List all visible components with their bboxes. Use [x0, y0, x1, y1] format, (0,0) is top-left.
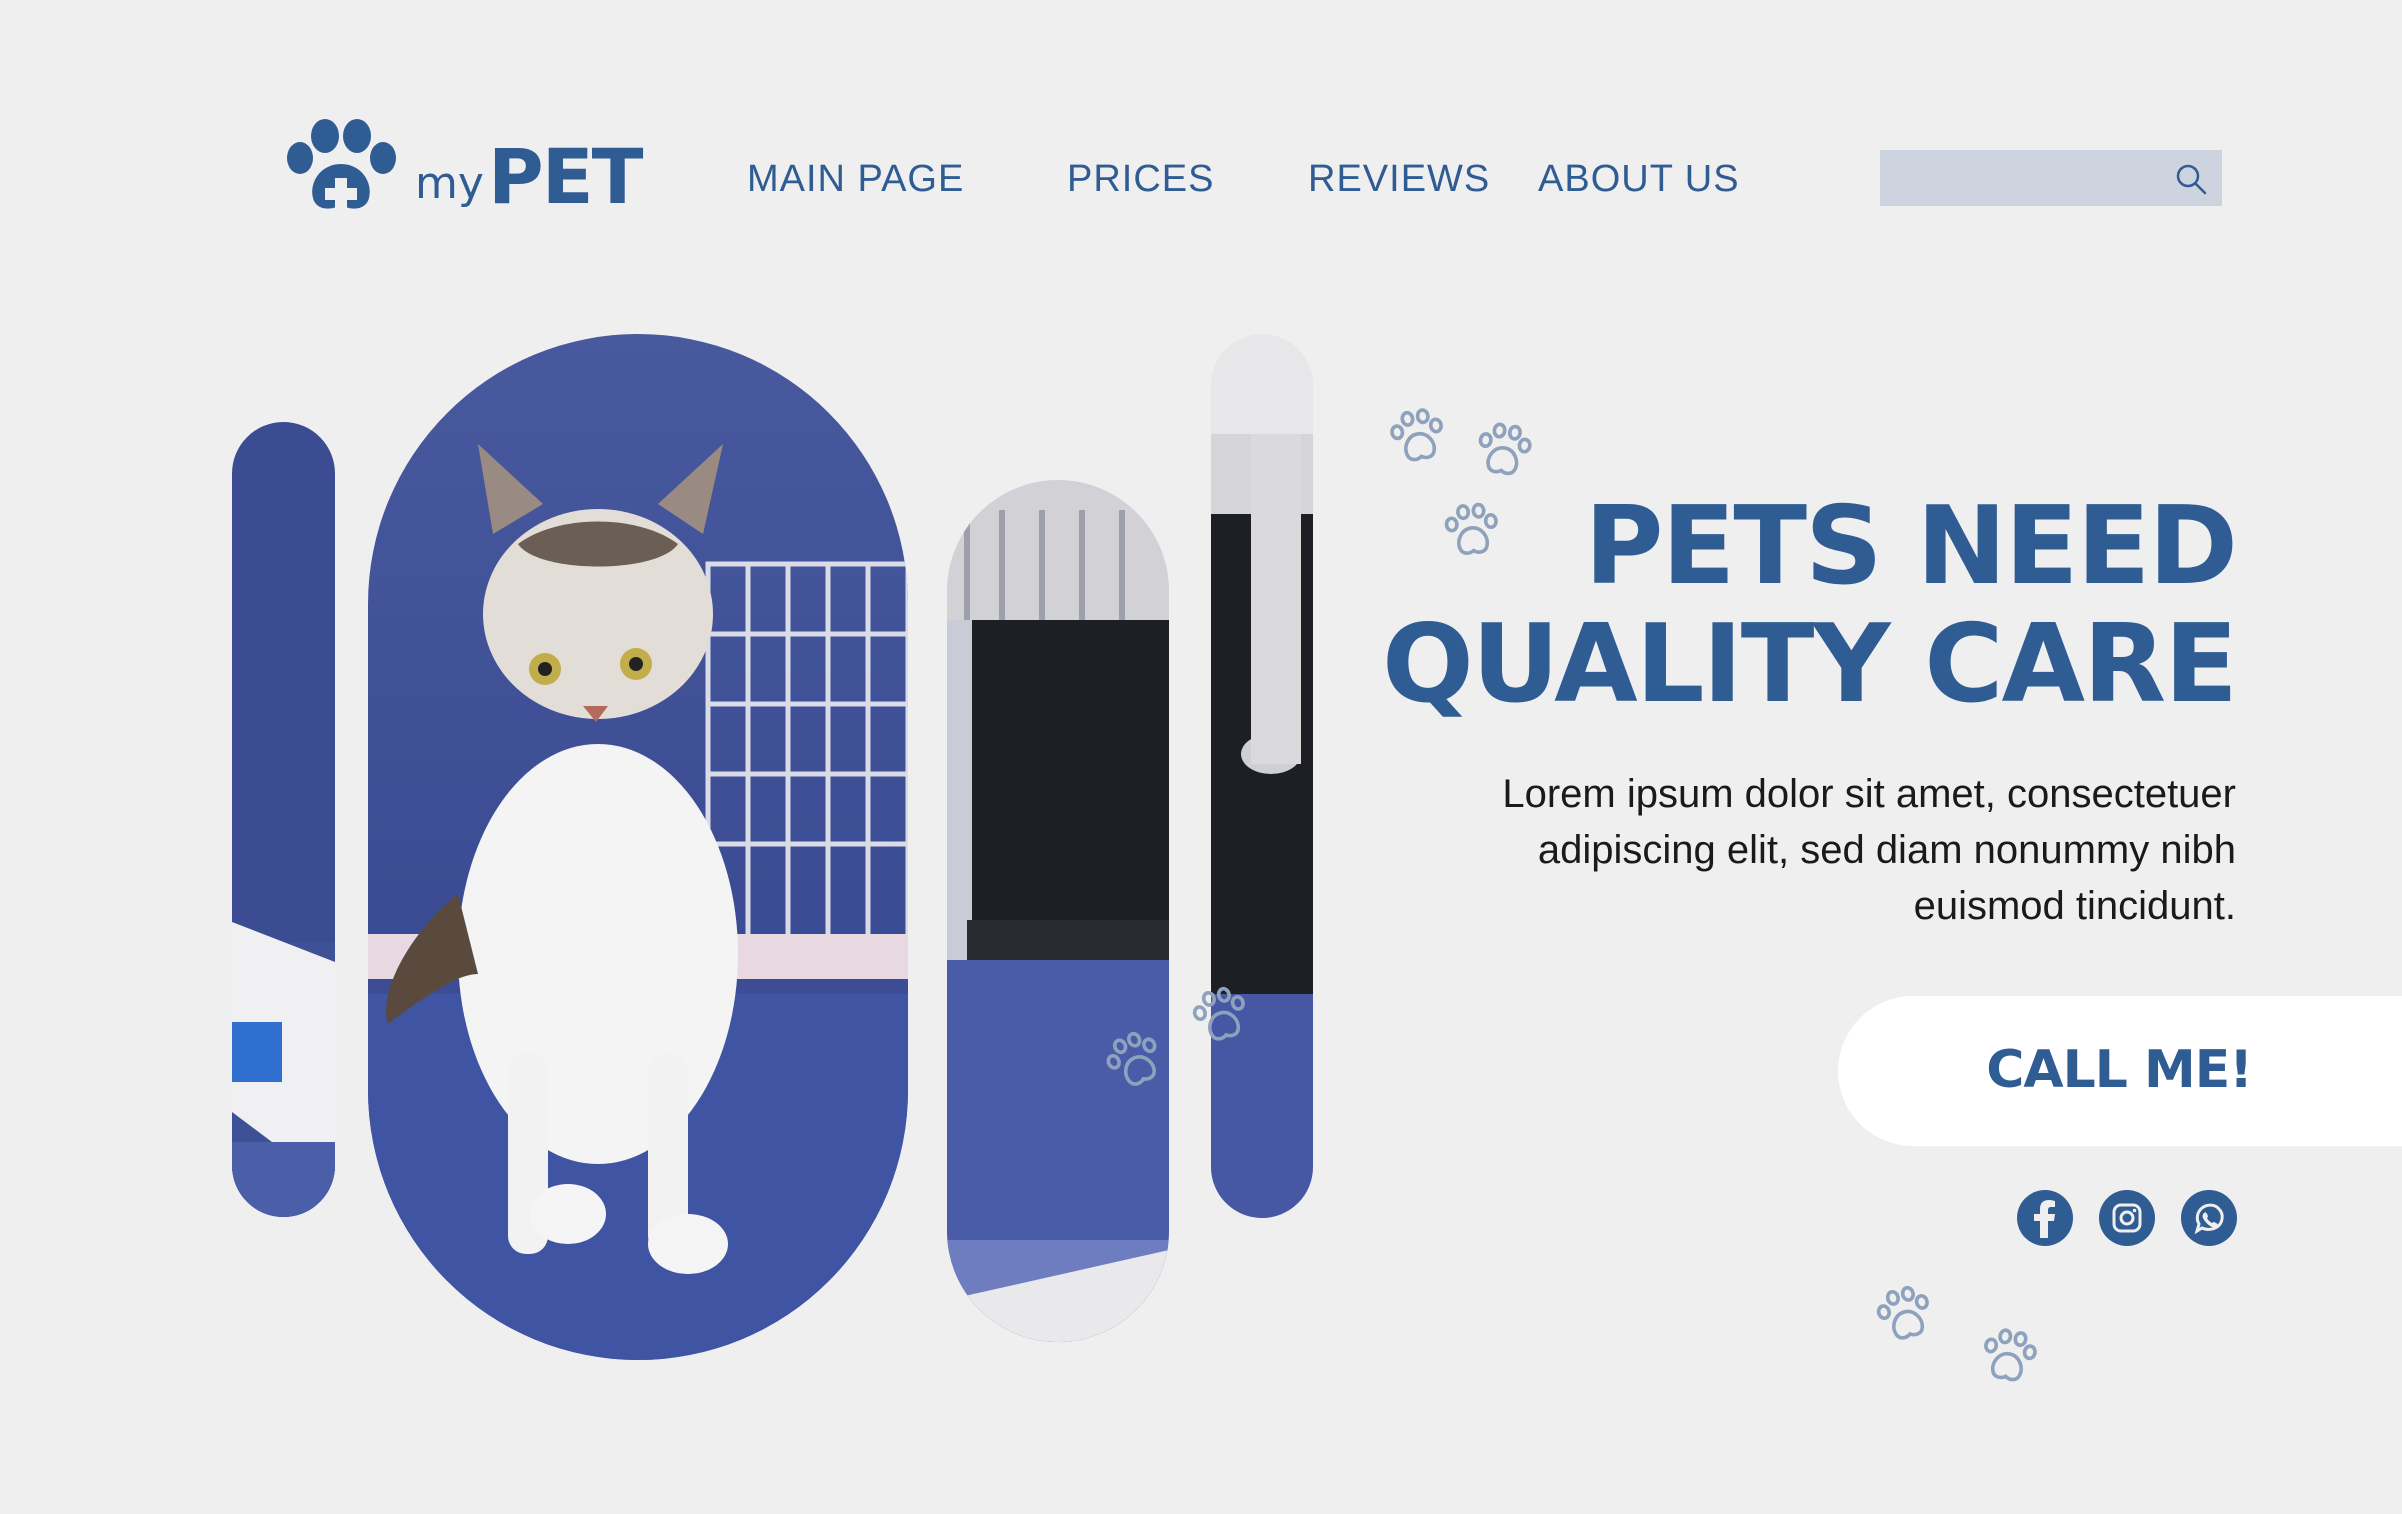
search-icon[interactable]	[2174, 162, 2208, 196]
hero-description: Lorem ipsum dolor sit amet, consectetuer…	[1336, 766, 2236, 934]
hero-description-line-1: Lorem ipsum dolor sit amet, consectetuer	[1502, 772, 2236, 816]
nav-main-page[interactable]: MAIN PAGE	[747, 158, 964, 201]
nav-prices[interactable]: PRICES	[1067, 158, 1214, 201]
logo-pet-text: PET	[488, 132, 643, 221]
nav-about-us[interactable]: ABOUT US	[1538, 158, 1740, 201]
whatsapp-icon	[2194, 1203, 2224, 1235]
call-me-label: CALL ME!	[1986, 1040, 2253, 1100]
hero-title-line-2: QUALITY CARE	[1381, 602, 2238, 727]
hero-title-line-1: PETS NEED	[1584, 484, 2238, 609]
paw-print-icon	[1867, 1277, 1943, 1353]
photo-strip-right	[1211, 334, 1313, 1218]
pet-carrier-photo	[947, 480, 1169, 1342]
search-bar	[1880, 150, 2222, 206]
paw-print-icon	[1469, 416, 1539, 486]
whatsapp-button[interactable]	[2181, 1190, 2237, 1246]
logo-my-text: my	[415, 158, 484, 209]
hero-description-line-3: euismod tincidunt.	[1913, 884, 2236, 928]
facebook-button[interactable]	[2017, 1190, 2073, 1246]
instagram-button[interactable]	[2099, 1190, 2155, 1246]
logo[interactable]: my PET	[285, 118, 643, 221]
facebook-icon	[2034, 1200, 2055, 1238]
instagram-icon	[2112, 1203, 2142, 1233]
hero-title: PETS NEED QUALITY CARE	[1381, 484, 2238, 727]
hero-description-line-2: adipiscing elit, sed diam nonummy nibh	[1537, 828, 2236, 872]
call-me-button[interactable]: CALL ME!	[1838, 996, 2402, 1146]
paw-logo-icon	[287, 119, 396, 210]
photo-strip-left	[232, 422, 335, 1217]
cat-photo	[368, 334, 908, 1360]
search-input[interactable]	[1880, 150, 2160, 206]
paw-print-icon	[1973, 1321, 2045, 1393]
paw-print-icon	[1382, 401, 1454, 473]
nav-reviews[interactable]: REVIEWS	[1308, 158, 1490, 201]
